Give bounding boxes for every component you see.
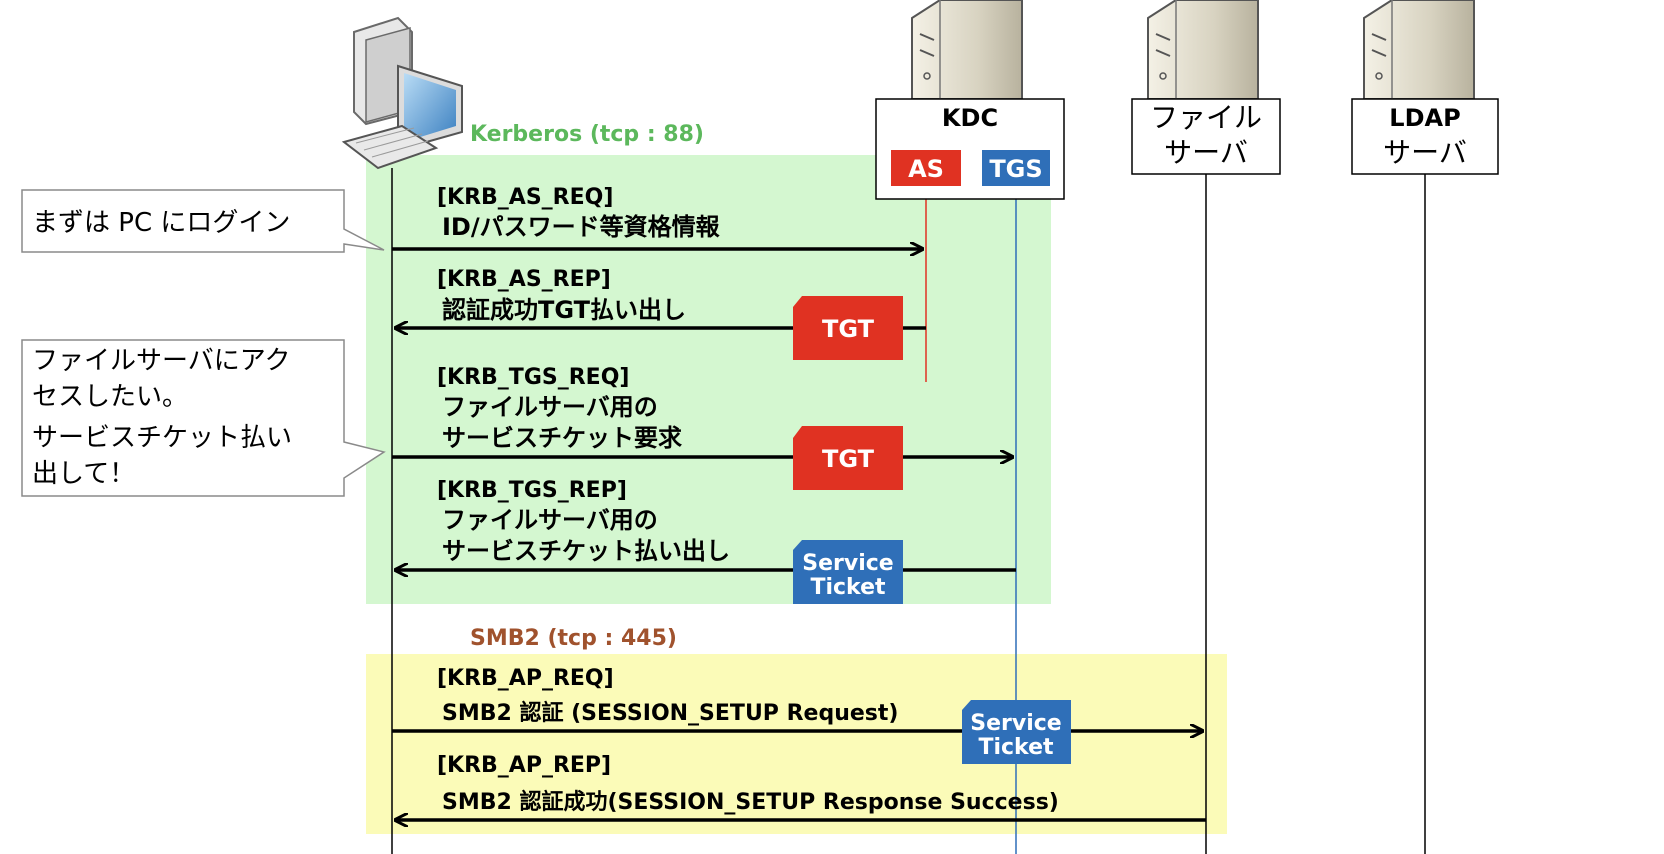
- server-icon: [1147, 0, 1259, 100]
- server-icon: [1363, 0, 1475, 100]
- file-server-label-line1: ファイル: [1150, 101, 1262, 134]
- tgs-req-text-line2: サービスチケット要求: [442, 424, 682, 452]
- tgs-rep-tag: [KRB_TGS_REP]: [437, 478, 627, 503]
- tgs-rep-text-line2: サービスチケット払い出し: [442, 537, 730, 565]
- login-callout-text: まずは PC にログイン: [32, 208, 290, 238]
- ldap-server-box: LDAP サーバ: [1351, 98, 1499, 175]
- tgs-rep-text-line1: ファイルサーバ用の: [442, 506, 658, 534]
- as-req-text: ID/パスワード等資格情報: [442, 213, 721, 241]
- tgs-label: TGS: [989, 155, 1042, 183]
- tgt-ticket-label: TGT: [822, 445, 875, 473]
- ap-req-tag: [KRB_AP_REQ]: [437, 666, 614, 691]
- kerberos-section-title: Kerberos (tcp : 88): [470, 122, 704, 147]
- access-callout-line4: 出して！: [32, 459, 135, 489]
- server-icon: [911, 0, 1023, 100]
- login-callout: まずは PC にログイン: [21, 189, 385, 253]
- ap-req-text: SMB2 認証 (SESSION_SETUP Request): [442, 700, 898, 726]
- service-ticket-label-line2: Ticket: [978, 735, 1054, 760]
- tgt-ticket-tgs-req: TGT: [793, 426, 903, 490]
- as-rep-text: 認証成功TGT払い出し: [442, 296, 686, 324]
- ap-rep-tag: [KRB_AP_REP]: [437, 753, 611, 778]
- ap-rep-text: SMB2 認証成功(SESSION_SETUP Response Success…: [442, 789, 1059, 815]
- tgs-req-text-line1: ファイルサーバ用の: [442, 393, 658, 421]
- access-callout: ファイルサーバにアク セスしたい。 サービスチケット払い 出して！: [21, 339, 386, 497]
- tgt-ticket-label: TGT: [822, 315, 875, 343]
- service-ticket-ap-req: Service Ticket: [962, 700, 1071, 764]
- ldap-server-label-line1: LDAP: [1389, 104, 1460, 132]
- as-req-tag: [KRB_AS_REQ]: [437, 185, 613, 210]
- file-server-label-line2: サーバ: [1164, 136, 1248, 169]
- tgs-req-tag: [KRB_TGS_REQ]: [437, 365, 629, 390]
- service-ticket-label-line1: Service: [970, 711, 1061, 736]
- computer-icon: [341, 16, 463, 170]
- kdc-box: KDC AS TGS: [875, 98, 1065, 200]
- as-label: AS: [908, 155, 944, 183]
- file-server-box: ファイル サーバ: [1131, 98, 1281, 175]
- kdc-label: KDC: [942, 104, 998, 132]
- service-ticket-tgs-rep: Service Ticket: [793, 540, 903, 604]
- access-callout-line3: サービスチケット払い: [32, 423, 292, 453]
- smb2-section-title: SMB2 (tcp : 445): [470, 626, 677, 651]
- tgt-ticket-as-rep: TGT: [793, 296, 903, 360]
- access-callout-line2: セスしたい。: [32, 382, 188, 412]
- access-callout-line1: ファイルサーバにアク: [32, 346, 290, 376]
- service-ticket-label-line2: Ticket: [810, 575, 886, 600]
- ldap-server-label-line2: サーバ: [1383, 136, 1467, 169]
- as-rep-tag: [KRB_AS_REP]: [437, 267, 611, 292]
- service-ticket-label-line1: Service: [802, 551, 893, 576]
